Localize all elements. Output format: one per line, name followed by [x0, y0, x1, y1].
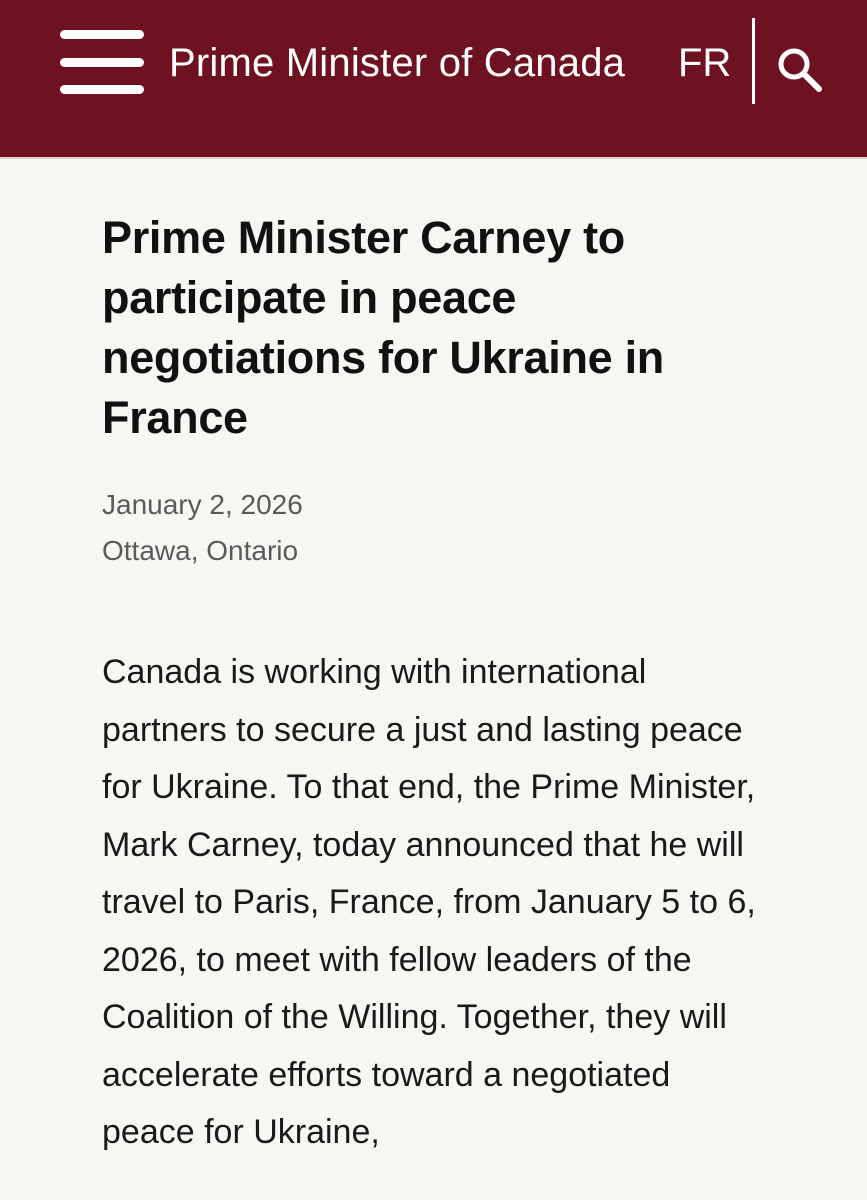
header-divider — [752, 18, 755, 104]
site-title-link[interactable]: Prime Minister of Canada — [169, 38, 625, 88]
language-toggle-link[interactable]: FR — [678, 38, 731, 88]
article-body: Canada is working with international par… — [102, 653, 756, 1151]
header-bottom-rule — [0, 157, 867, 159]
search-icon — [778, 48, 822, 92]
article: Prime Minister Carney to participate in … — [102, 208, 782, 1196]
search-button[interactable] — [774, 44, 824, 94]
article-date: January 2, 2026 — [102, 489, 303, 520]
hamburger-menu-icon — [60, 30, 144, 39]
article-location: Ottawa, Ontario — [102, 535, 299, 566]
site-header: Prime Minister of Canada FR — [0, 0, 867, 157]
article-title: Prime Minister Carney to participate in … — [102, 212, 664, 443]
article-meta: January 2, 2026 Ottawa, Ontario — [102, 482, 782, 574]
menu-button[interactable] — [58, 28, 146, 96]
